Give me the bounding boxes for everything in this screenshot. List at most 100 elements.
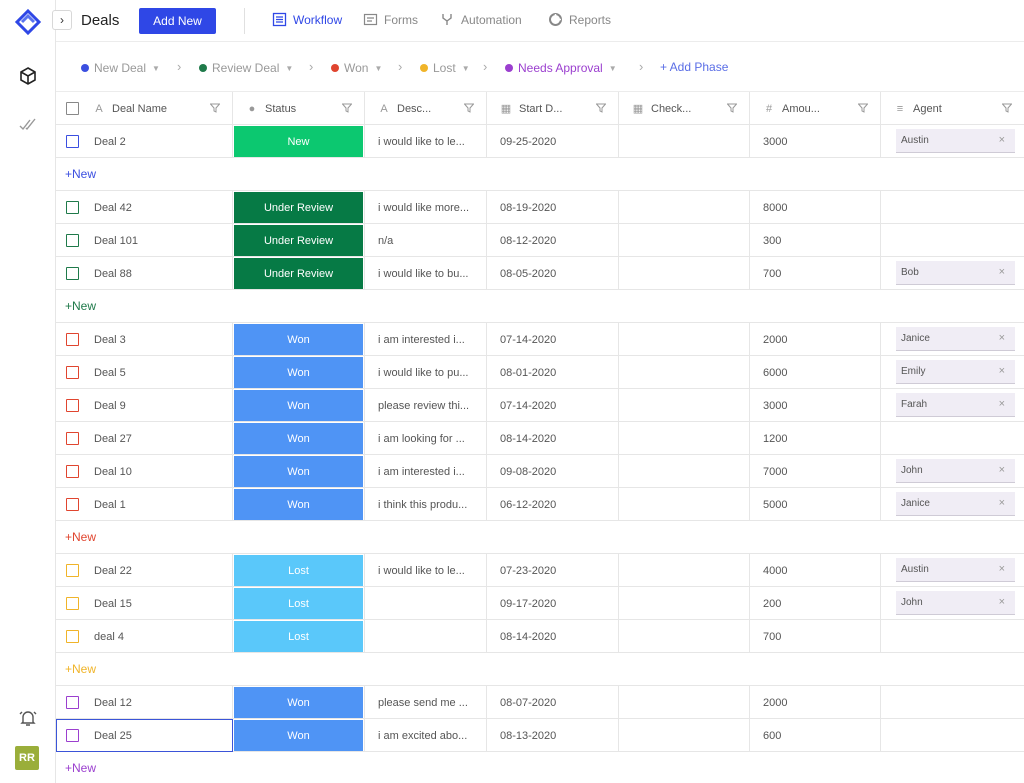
- start-date-cell[interactable]: 07-23-2020: [487, 554, 619, 587]
- filter-icon[interactable]: [596, 103, 606, 113]
- row-checkbox[interactable]: [66, 432, 79, 445]
- agent-cell[interactable]: [881, 191, 1024, 224]
- description-cell[interactable]: i am interested i...: [365, 323, 487, 356]
- amount-cell[interactable]: 8000: [750, 191, 881, 224]
- add-phase-button[interactable]: + Add Phase: [660, 60, 728, 74]
- start-date-cell[interactable]: 09-25-2020: [487, 125, 619, 158]
- status-badge[interactable]: Lost: [234, 621, 363, 652]
- status-cell[interactable]: Won: [233, 323, 365, 356]
- deal-name-cell[interactable]: Deal 10: [56, 455, 233, 488]
- start-date-cell[interactable]: 08-05-2020: [487, 257, 619, 290]
- add-row-button[interactable]: +New: [56, 752, 1024, 783]
- status-badge[interactable]: Under Review: [234, 258, 363, 289]
- user-avatar[interactable]: RR: [15, 746, 39, 770]
- start-date-cell[interactable]: 08-07-2020: [487, 686, 619, 719]
- table-row[interactable]: Deal 1 Won i think this produ... 06-12-2020…: [56, 488, 1024, 521]
- remove-agent-icon[interactable]: ×: [999, 398, 1005, 410]
- row-checkbox[interactable]: [66, 696, 79, 709]
- filter-icon[interactable]: [210, 103, 220, 113]
- checklist-cell[interactable]: [619, 125, 750, 158]
- checklist-cell[interactable]: [619, 356, 750, 389]
- remove-agent-icon[interactable]: ×: [999, 497, 1005, 509]
- row-checkbox[interactable]: [66, 135, 79, 148]
- add-row-button[interactable]: +New: [56, 521, 1024, 554]
- agent-chip[interactable]: John ×: [896, 459, 1015, 483]
- status-cell[interactable]: Won: [233, 686, 365, 719]
- filter-icon[interactable]: [342, 103, 352, 113]
- description-cell[interactable]: i am interested i...: [365, 455, 487, 488]
- status-badge[interactable]: New: [234, 126, 363, 157]
- deal-name-cell[interactable]: Deal 3: [56, 323, 233, 356]
- remove-agent-icon[interactable]: ×: [999, 596, 1005, 608]
- agent-cell[interactable]: Janice ×: [881, 323, 1024, 356]
- checklist-cell[interactable]: [619, 422, 750, 455]
- status-badge[interactable]: Lost: [234, 588, 363, 619]
- phase-won[interactable]: Won ▼: [331, 61, 382, 75]
- description-cell[interactable]: please review thi...: [365, 389, 487, 422]
- agent-cell[interactable]: Austin ×: [881, 554, 1024, 587]
- filter-icon[interactable]: [1002, 103, 1012, 113]
- deal-name-cell[interactable]: Deal 101: [56, 224, 233, 257]
- description-cell[interactable]: i think this produ...: [365, 488, 487, 521]
- table-row[interactable]: Deal 2 New i would like to le... 09-25-2020…: [56, 125, 1024, 158]
- add-row-button[interactable]: +New: [56, 158, 1024, 191]
- double-check-icon[interactable]: [16, 112, 40, 136]
- status-cell[interactable]: New: [233, 125, 365, 158]
- amount-cell[interactable]: 7000: [750, 455, 881, 488]
- cube-icon[interactable]: [16, 64, 40, 88]
- deal-name-cell[interactable]: deal 4: [56, 620, 233, 653]
- deal-name-cell[interactable]: Deal 25: [56, 719, 233, 752]
- status-badge[interactable]: Won: [234, 423, 363, 454]
- status-badge[interactable]: Won: [234, 687, 363, 718]
- checklist-cell[interactable]: [619, 191, 750, 224]
- amount-cell[interactable]: 4000: [750, 554, 881, 587]
- status-cell[interactable]: Under Review: [233, 191, 365, 224]
- table-row[interactable]: Deal 88 Under Review i would like to bu...…: [56, 257, 1024, 290]
- phase-needs-approval[interactable]: Needs Approval ▼: [505, 61, 617, 75]
- agent-cell[interactable]: [881, 620, 1024, 653]
- table-row[interactable]: Deal 12 Won please send me ... 08-07-2020 20…: [56, 686, 1024, 719]
- tab-reports[interactable]: Reports: [548, 12, 611, 27]
- status-cell[interactable]: Won: [233, 422, 365, 455]
- amount-cell[interactable]: 200: [750, 587, 881, 620]
- table-row[interactable]: Deal 15 Lost 09-17-2020 200 John ×: [56, 587, 1024, 620]
- row-checkbox[interactable]: [66, 729, 79, 742]
- agent-chip[interactable]: Austin ×: [896, 129, 1015, 153]
- status-badge[interactable]: Won: [234, 324, 363, 355]
- agent-chip[interactable]: Farah ×: [896, 393, 1015, 417]
- agent-chip[interactable]: John ×: [896, 591, 1015, 615]
- app-logo-icon[interactable]: [14, 8, 42, 36]
- amount-cell[interactable]: 2000: [750, 323, 881, 356]
- status-cell[interactable]: Won: [233, 488, 365, 521]
- amount-cell[interactable]: 3000: [750, 389, 881, 422]
- amount-cell[interactable]: 1200: [750, 422, 881, 455]
- description-cell[interactable]: [365, 620, 487, 653]
- amount-cell[interactable]: 300: [750, 224, 881, 257]
- row-checkbox[interactable]: [66, 201, 79, 214]
- checklist-cell[interactable]: [619, 389, 750, 422]
- agent-chip[interactable]: Austin ×: [896, 558, 1015, 582]
- add-new-button[interactable]: Add New: [139, 8, 216, 34]
- agent-cell[interactable]: Emily ×: [881, 356, 1024, 389]
- description-cell[interactable]: i am looking for ...: [365, 422, 487, 455]
- start-date-cell[interactable]: 09-17-2020: [487, 587, 619, 620]
- checklist-cell[interactable]: [619, 620, 750, 653]
- start-date-cell[interactable]: 07-14-2020: [487, 389, 619, 422]
- amount-cell[interactable]: 3000: [750, 125, 881, 158]
- start-date-cell[interactable]: 08-14-2020: [487, 620, 619, 653]
- deal-name-cell[interactable]: Deal 9: [56, 389, 233, 422]
- status-cell[interactable]: Won: [233, 455, 365, 488]
- status-cell[interactable]: Under Review: [233, 257, 365, 290]
- checklist-cell[interactable]: [619, 719, 750, 752]
- description-cell[interactable]: i am excited abo...: [365, 719, 487, 752]
- filter-icon[interactable]: [727, 103, 737, 113]
- agent-chip[interactable]: Janice ×: [896, 492, 1015, 516]
- row-checkbox[interactable]: [66, 366, 79, 379]
- remove-agent-icon[interactable]: ×: [999, 332, 1005, 344]
- remove-agent-icon[interactable]: ×: [999, 563, 1005, 575]
- agent-cell[interactable]: Farah ×: [881, 389, 1024, 422]
- tab-workflow[interactable]: Workflow: [272, 12, 342, 27]
- checklist-cell[interactable]: [619, 455, 750, 488]
- status-cell[interactable]: Under Review: [233, 224, 365, 257]
- agent-chip[interactable]: Bob ×: [896, 261, 1015, 285]
